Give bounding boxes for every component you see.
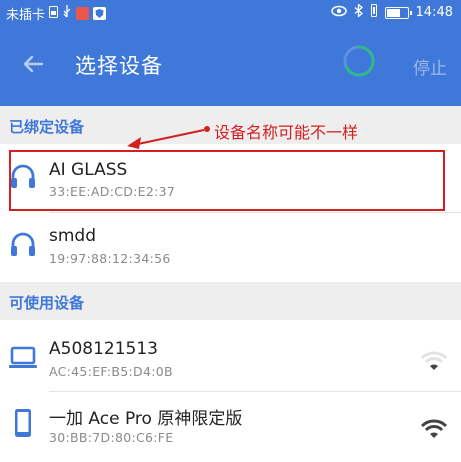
stop-button[interactable]: 停止 [413, 54, 447, 79]
bluetooth-icon [354, 3, 363, 21]
device-name: smdd [49, 226, 96, 246]
back-button[interactable] [20, 50, 48, 78]
section-title: 可使用设备 [9, 294, 85, 312]
mute-icon [370, 4, 378, 21]
device-mac: AC:45:EF:B5:D4:0B [49, 364, 173, 379]
status-bar: 未插卡 14:48 [0, 0, 461, 26]
app-bar: 选择设备 停止 [0, 26, 461, 106]
mail-icon [76, 7, 90, 20]
usb-icon [62, 5, 72, 22]
arrow-left-icon [23, 55, 44, 73]
annotation-text: 设备名称可能不一样 [214, 123, 359, 142]
device-mac: 30:BB:7D:80:C6:FE [49, 430, 174, 445]
clock: 14:48 [415, 5, 453, 20]
section-title: 已绑定设备 [9, 118, 85, 136]
page-title: 选择设备 [75, 54, 163, 78]
battery-icon [384, 6, 412, 19]
device-name: 一加 Ace Pro 原神限定版 [49, 409, 243, 429]
sim-icon [49, 5, 59, 22]
device-row-bound-2[interactable]: smdd 19:97:88:12:34:56 [0, 213, 461, 277]
wifi-strong-icon [420, 419, 448, 438]
status-right: 14:48 [330, 3, 453, 21]
loading-spinner-icon [342, 44, 376, 78]
phone-icon [15, 409, 31, 437]
eye-icon [330, 5, 347, 21]
annotation-highlight-box [9, 150, 445, 211]
device-row-available-2[interactable]: 一加 Ace Pro 原神限定版 30:BB:7D:80:C6:FE [0, 392, 461, 462]
carrier-text: 未插卡 [6, 8, 46, 23]
device-mac: 19:97:88:12:34:56 [49, 251, 171, 266]
laptop-icon [9, 346, 37, 368]
status-left: 未插卡 [6, 4, 107, 23]
section-header-available: 可使用设备 [0, 282, 461, 320]
device-row-available-1[interactable]: A508121513 AC:45:EF:B5:D4:0B [0, 320, 461, 388]
device-name: A508121513 [49, 339, 158, 359]
shield-app-icon [93, 7, 107, 20]
headphones-icon [11, 232, 35, 256]
wifi-weak-icon [420, 351, 448, 370]
